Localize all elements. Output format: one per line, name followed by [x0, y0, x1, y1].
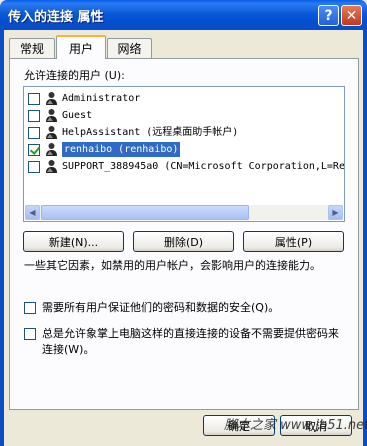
scrollbar-thumb[interactable] — [41, 205, 249, 220]
help-button[interactable]: ? — [318, 5, 339, 26]
watermark: 脚本之家 www.jb51.net — [224, 418, 367, 433]
tab-general-label: 常规 — [19, 42, 44, 56]
user-name: renhaibo (renhaibo) — [62, 142, 181, 157]
user-checkbox[interactable] — [28, 160, 40, 173]
allow-direct-devices-label: 总是允许象掌上电脑这样的直接连接的设备不需要提供密码来连接(W)。 — [42, 327, 339, 356]
user-name: HelpAssistant (远程桌面助手帐户) — [62, 127, 239, 138]
scroll-right-button[interactable]: ▶ — [328, 205, 343, 220]
require-secure-password-checkbox[interactable] — [24, 302, 36, 314]
horizontal-scrollbar[interactable]: ◀ ▶ — [25, 205, 343, 220]
allow-direct-devices-checkbox[interactable] — [24, 328, 36, 340]
window-frame-left — [0, 30, 4, 446]
allow-direct-devices-option[interactable]: 总是允许象掌上电脑这样的直接连接的设备不需要提供密码来连接(W)。 — [24, 326, 344, 358]
chevron-right-icon: ▶ — [332, 208, 339, 217]
user-name: Administrator — [62, 93, 141, 104]
require-secure-password-option[interactable]: 需要所有用户保证他们的密码和数据的安全(Q)。 — [24, 300, 279, 316]
window-frame-right — [363, 30, 367, 446]
user-icon — [46, 126, 57, 139]
user-properties-label: 属性(P) — [274, 235, 313, 249]
tab-general[interactable]: 常规 — [9, 38, 55, 58]
description-text: 一些其它因素，如禁用的用户帐户，会影响用户的连接能力。 — [24, 259, 321, 272]
close-button[interactable]: ✕ — [341, 5, 362, 26]
title-bar[interactable]: 传入的连接 属性 ? ✕ — [0, 0, 367, 30]
user-checkbox[interactable] — [28, 109, 40, 122]
chevron-left-icon: ◀ — [29, 208, 36, 217]
user-name: Guest — [62, 110, 93, 121]
list-item-selected[interactable]: renhaibo (renhaibo) — [26, 141, 344, 158]
list-item[interactable]: Guest — [26, 107, 344, 124]
user-checkbox[interactable] — [28, 92, 40, 105]
tab-network[interactable]: 网络 — [107, 38, 152, 58]
list-item[interactable]: HelpAssistant (远程桌面助手帐户) — [26, 124, 344, 141]
list-item[interactable]: Administrator — [26, 90, 344, 107]
user-icon — [46, 160, 57, 173]
tab-users-label: 用户 — [68, 41, 93, 56]
tab-network-label: 网络 — [117, 42, 142, 56]
user-icon — [46, 92, 57, 105]
user-checkbox-checked[interactable] — [28, 143, 40, 156]
user-list[interactable]: Administrator Guest HelpAssistant (远程桌面助… — [23, 86, 345, 222]
help-icon: ? — [324, 7, 333, 24]
user-name: SUPPORT_388945a0 (CN=Microsoft Corporati… — [62, 161, 345, 172]
window-title: 传入的连接 属性 — [8, 10, 104, 25]
remove-user-label: 删除(D) — [163, 235, 204, 249]
require-secure-password-label: 需要所有用户保证他们的密码和数据的安全(Q)。 — [42, 301, 280, 314]
user-icon — [46, 109, 57, 122]
scroll-left-button[interactable]: ◀ — [25, 205, 40, 220]
tab-users[interactable]: 用户 — [56, 35, 106, 59]
allowed-users-label: 允许连接的用户 (U): — [24, 69, 125, 82]
remove-user-button[interactable]: 删除(D) — [133, 231, 234, 252]
user-properties-button[interactable]: 属性(P) — [243, 231, 344, 252]
close-icon: ✕ — [345, 7, 358, 24]
list-item[interactable]: SUPPORT_388945a0 (CN=Microsoft Corporati… — [26, 158, 344, 175]
add-user-label: 新建(N)... — [48, 235, 99, 249]
add-user-button[interactable]: 新建(N)... — [23, 231, 124, 252]
user-checkbox[interactable] — [28, 126, 40, 139]
user-icon — [46, 143, 57, 156]
